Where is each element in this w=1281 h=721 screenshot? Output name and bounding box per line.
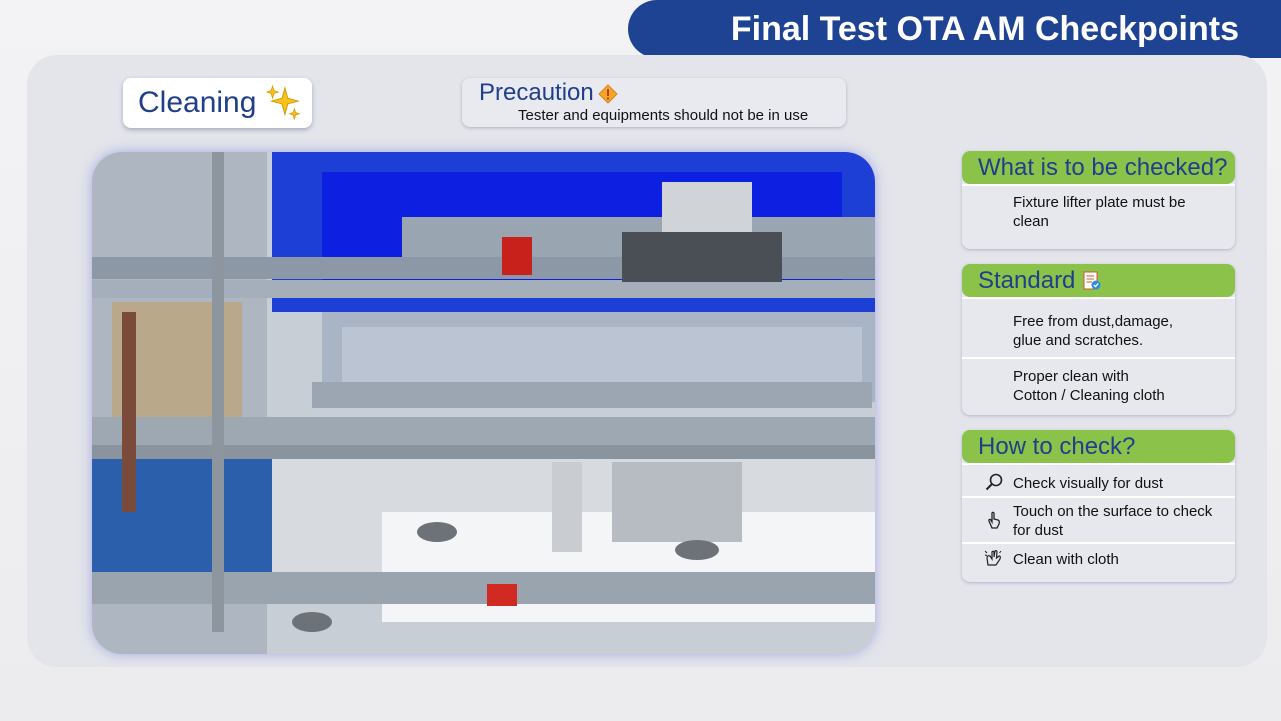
standard-card: Standard Free from dust,damage, glue and… (962, 264, 1235, 415)
what-checked-text-1: Fixture lifter plate must be (1013, 194, 1186, 211)
what-checked-title: What is to be checked? (978, 153, 1228, 181)
page-title: Final Test OTA AM Checkpoints (730, 9, 1239, 48)
checklist-icon (1083, 271, 1101, 289)
precaution-text: Tester and equipments should not be in u… (518, 107, 809, 124)
standard-item-2-line-2: Cotton / Cleaning cloth (1013, 387, 1165, 404)
how-item-2-line-1: Touch on the surface to check (1013, 503, 1213, 520)
cleaning-label: Cleaning (138, 86, 257, 119)
how-item-3: Clean with cloth (962, 542, 1235, 582)
magnifier-icon (985, 473, 1003, 491)
how-to-check-card: How to check? Check visually for dust To… (962, 430, 1235, 582)
standard-item-1: Free from dust,damage, glue and scratche… (962, 297, 1235, 357)
sparkles-icon (266, 84, 301, 121)
what-checked-header: What is to be checked? (962, 151, 1235, 184)
how-item-1-text: Check visually for dust (1013, 475, 1164, 492)
how-item-2-line-2: for dust (1013, 522, 1064, 539)
cleaning-hand-icon (984, 550, 1002, 566)
precaution-title: Precaution (479, 79, 594, 106)
standard-item-2-line-1: Proper clean with (1013, 368, 1129, 385)
title-banner: Final Test OTA AM Checkpoints (628, 0, 1281, 58)
standard-title: Standard (978, 266, 1076, 294)
how-to-check-header: How to check? (962, 430, 1235, 463)
standard-item-1-line-1: Free from dust,damage, (1013, 313, 1174, 330)
precaution-box: Precaution Tester and equipments should … (462, 78, 846, 127)
fixture-machine-image (92, 152, 875, 654)
standard-header: Standard (962, 264, 1235, 297)
finger-touch-icon (988, 511, 1000, 529)
standard-item-2: Proper clean with Cotton / Cleaning clot… (962, 357, 1235, 415)
how-item-1: Check visually for dust (962, 463, 1235, 496)
warning-icon (598, 84, 618, 104)
cleaning-tag: Cleaning (123, 78, 312, 128)
how-item-2: Touch on the surface to check for dust (962, 496, 1235, 542)
what-checked-text-2: clean (1013, 213, 1049, 230)
how-item-3-text: Clean with cloth (1013, 551, 1119, 568)
standard-item-1-line-2: glue and scratches. (1013, 332, 1144, 349)
what-checked-row: Fixture lifter plate must be clean (962, 184, 1235, 249)
what-checked-card: What is to be checked? Fixture lifter pl… (962, 151, 1235, 249)
how-to-check-title: How to check? (978, 432, 1136, 460)
